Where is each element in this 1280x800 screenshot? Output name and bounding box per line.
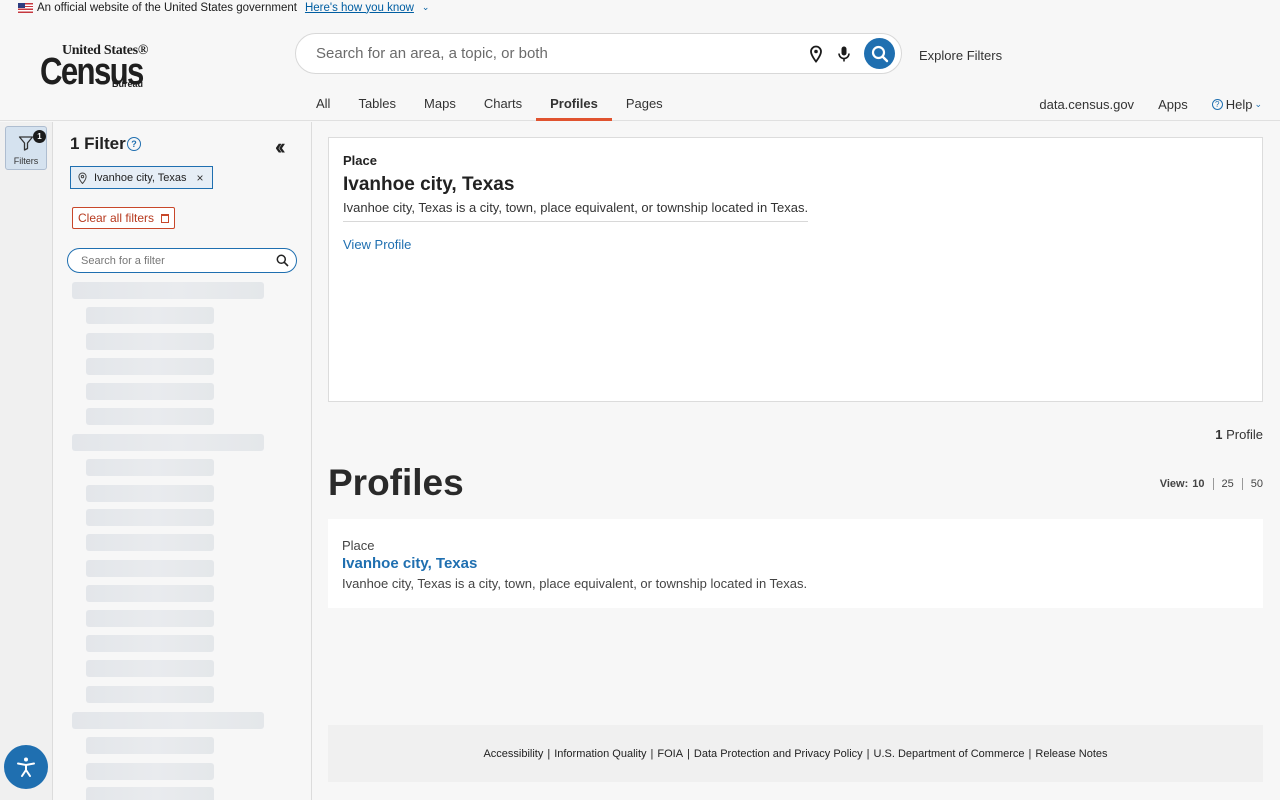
explore-filters-link[interactable]: Explore Filters xyxy=(919,48,1002,63)
main-content: Place Ivanhoe city, Texas Ivanhoe city, … xyxy=(313,122,1280,800)
filter-count-badge: 1 xyxy=(33,130,46,143)
list-item: Place Ivanhoe city, Texas Ivanhoe city, … xyxy=(328,519,1263,608)
funnel-icon xyxy=(18,136,34,151)
skeleton-row xyxy=(86,737,214,754)
view-option-50[interactable]: 50 xyxy=(1243,478,1263,490)
help-label: Help xyxy=(1225,97,1253,112)
skeleton-row xyxy=(86,686,214,703)
search-button[interactable] xyxy=(864,38,895,69)
data-census-link[interactable]: data.census.gov xyxy=(1039,97,1134,112)
logo-line-3: Bureau xyxy=(112,79,144,89)
result-count: 1 Profile xyxy=(1215,427,1263,442)
skeleton-row xyxy=(86,635,214,652)
skeleton-row xyxy=(86,660,214,677)
collapse-panel-icon[interactable]: ‹‹ xyxy=(275,136,285,158)
footer-link-privacy[interactable]: Data Protection and Privacy Policy xyxy=(694,748,863,760)
skeleton-row xyxy=(86,610,214,627)
search-icon[interactable] xyxy=(276,254,289,267)
skeleton-row xyxy=(86,534,214,551)
result-count-label: Profile xyxy=(1226,427,1263,442)
skeleton-row xyxy=(86,383,214,400)
tab-charts[interactable]: Charts xyxy=(470,88,536,121)
tab-profiles[interactable]: Profiles xyxy=(536,88,612,121)
filters-toggle-button[interactable]: 1 Filters xyxy=(5,126,47,170)
filter-search-box xyxy=(67,248,297,273)
tab-pages[interactable]: Pages xyxy=(612,88,677,121)
accessibility-icon xyxy=(17,757,35,777)
skeleton-group-header xyxy=(72,712,264,729)
header-right-links: data.census.gov Apps ? Help ⌄ xyxy=(1015,97,1262,112)
footer-link-release-notes[interactable]: Release Notes xyxy=(1035,748,1107,760)
gov-banner: An official website of the United States… xyxy=(0,0,1280,15)
tab-tables[interactable]: Tables xyxy=(344,88,410,121)
location-pin-icon[interactable] xyxy=(808,45,824,63)
apps-link[interactable]: Apps xyxy=(1158,97,1188,112)
left-rail: 1 Filters xyxy=(0,122,53,800)
footer-link-accessibility[interactable]: Accessibility xyxy=(483,748,543,760)
view-profile-link[interactable]: View Profile xyxy=(343,237,411,252)
footer-link-foia[interactable]: FOIA xyxy=(657,748,683,760)
location-pin-icon xyxy=(78,171,87,184)
accessibility-button[interactable] xyxy=(4,745,48,789)
skeleton-row xyxy=(86,485,214,502)
skeleton-row xyxy=(86,787,214,800)
remove-filter-icon[interactable]: × xyxy=(197,171,204,185)
skeleton-group-header xyxy=(72,282,264,299)
footer: Accessibility | Information Quality | FOIA… xyxy=(328,725,1263,782)
footer-link-commerce[interactable]: U.S. Department of Commerce xyxy=(874,748,1025,760)
skeleton-row xyxy=(86,560,214,577)
skeleton-row xyxy=(86,509,214,526)
view-option-25[interactable]: 25 xyxy=(1214,478,1242,490)
chevron-down-icon: ⌄ xyxy=(1254,99,1262,109)
card-description: Ivanhoe city, Texas is a city, town, pla… xyxy=(343,200,809,222)
chevron-down-icon[interactable]: ⌄ xyxy=(422,2,430,13)
page-size-selector: View: 10 25 50 xyxy=(1160,478,1263,490)
filter-panel-title: 1 Filter xyxy=(70,134,126,153)
filters-label: Filters xyxy=(13,156,39,166)
skeleton-row xyxy=(86,408,214,425)
card-type-label: Place xyxy=(343,153,377,168)
active-filter-label: Ivanhoe city, Texas xyxy=(94,171,187,184)
view-label: View: xyxy=(1159,478,1189,490)
filter-panel: 1 Filter ? ‹‹ Ivanhoe city, Texas × Clea… xyxy=(53,122,312,800)
main-search-box xyxy=(295,33,902,74)
skeleton-row xyxy=(86,585,214,602)
census-logo[interactable]: United States® Census Bureau xyxy=(40,43,158,93)
result-description: Ivanhoe city, Texas is a city, town, pla… xyxy=(342,576,808,591)
skeleton-row xyxy=(86,459,214,476)
microphone-icon[interactable] xyxy=(836,45,852,63)
clear-all-filters-button[interactable]: Clear all filters xyxy=(72,207,176,229)
skeleton-row xyxy=(86,333,214,350)
result-type-tabs: All Tables Maps Charts Profiles Pages xyxy=(302,88,677,121)
main-search-input[interactable] xyxy=(316,34,796,73)
tab-all[interactable]: All xyxy=(302,88,344,121)
card-title: Ivanhoe city, Texas xyxy=(343,174,515,195)
tab-maps[interactable]: Maps xyxy=(410,88,470,121)
skeleton-row xyxy=(86,358,214,375)
gov-banner-text: An official website of the United States… xyxy=(37,1,297,14)
view-option-10[interactable]: 10 xyxy=(1192,478,1212,490)
result-count-number: 1 xyxy=(1215,427,1223,442)
help-icon: ? xyxy=(1211,99,1223,110)
skeleton-row xyxy=(86,307,214,324)
help-menu[interactable]: ? Help ⌄ xyxy=(1211,97,1262,112)
clear-all-label: Clear all filters xyxy=(78,211,155,225)
active-filter-chip: Ivanhoe city, Texas × xyxy=(70,166,213,189)
info-icon[interactable]: ? xyxy=(127,137,141,151)
page-title: Profiles xyxy=(328,462,464,503)
skeleton-group-header xyxy=(72,434,264,451)
filter-search-input[interactable] xyxy=(81,249,271,272)
featured-profile-card: Place Ivanhoe city, Texas Ivanhoe city, … xyxy=(328,137,1263,402)
us-flag-icon xyxy=(18,2,33,13)
result-title-link[interactable]: Ivanhoe city, Texas xyxy=(342,555,477,572)
search-icon xyxy=(871,45,888,62)
footer-link-information-quality[interactable]: Information Quality xyxy=(554,748,646,760)
result-type-label: Place xyxy=(342,538,375,553)
trash-icon xyxy=(161,213,170,223)
skeleton-row xyxy=(86,763,214,780)
site-header: United States® Census Bureau Explore Fil… xyxy=(0,15,1280,121)
how-you-know-link[interactable]: Here's how you know xyxy=(305,2,414,14)
